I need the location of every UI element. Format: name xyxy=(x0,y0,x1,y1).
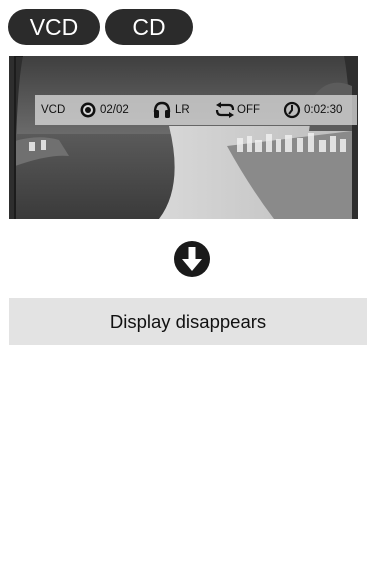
disc-type-text: VCD xyxy=(41,104,66,116)
repeat-indicator: OFF xyxy=(215,95,260,125)
vcd-badge: VCD xyxy=(8,9,100,45)
disc-icon xyxy=(80,102,96,118)
headphones-icon xyxy=(153,101,171,118)
on-screen-display-bar: VCD 02/02 LR OFF 0:02:30 xyxy=(35,95,357,125)
repeat-icon xyxy=(215,102,235,118)
down-arrow-icon xyxy=(173,240,211,278)
track-indicator: 02/02 xyxy=(79,95,129,125)
track-text: 02/02 xyxy=(100,104,129,116)
caption-text: Display disappears xyxy=(109,311,267,332)
clock-icon xyxy=(283,101,301,119)
audio-indicator: LR xyxy=(153,95,190,125)
status-caption: Display disappears xyxy=(9,298,367,345)
tv-screen: VCD 02/02 LR OFF 0:02:30 xyxy=(9,56,358,219)
audio-text: LR xyxy=(175,104,190,116)
disc-type-label: VCD xyxy=(41,95,65,125)
time-text: 0:02:30 xyxy=(304,104,343,116)
beach-photo xyxy=(9,56,358,219)
time-indicator: 0:02:30 xyxy=(283,95,342,125)
repeat-text: OFF xyxy=(237,104,260,116)
cd-badge: CD xyxy=(105,9,193,45)
